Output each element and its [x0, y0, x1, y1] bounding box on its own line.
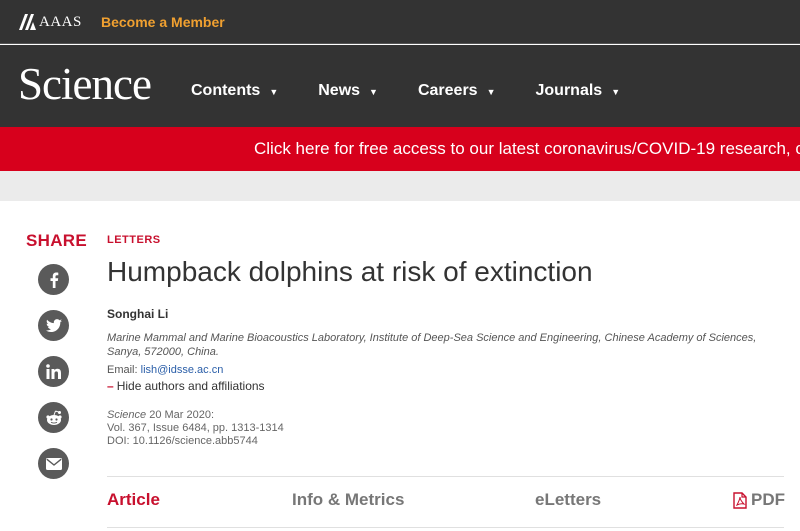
- share-facebook-button[interactable]: [38, 264, 69, 295]
- author-affiliation: Marine Mammal and Marine Bioacoustics La…: [107, 332, 757, 358]
- grey-strip: [0, 171, 800, 201]
- email-label: Email:: [107, 364, 141, 376]
- linkedin-icon: [46, 364, 61, 379]
- nav-journals[interactable]: Journals ▼: [536, 82, 621, 100]
- nav-contents[interactable]: Contents ▼: [191, 82, 278, 100]
- section-label[interactable]: LETTERS: [107, 234, 161, 246]
- chevron-down-icon: ▼: [369, 87, 378, 97]
- share-linkedin-button[interactable]: [38, 356, 69, 387]
- nav-news-label: News: [318, 82, 361, 99]
- email-link[interactable]: lish@idsse.ac.cn: [141, 364, 224, 376]
- share-twitter-button[interactable]: [38, 310, 69, 341]
- share-email-button[interactable]: [38, 448, 69, 479]
- article-tabs: Article Info & Metrics eLetters PDF: [107, 490, 785, 514]
- citation-volume: Vol. 367, Issue 6484, pp. 1313-1314: [107, 422, 284, 434]
- tab-eletters[interactable]: eLetters: [535, 490, 601, 510]
- citation-line-1: Science 20 Mar 2020:: [107, 409, 284, 422]
- tabs-bottom-divider: [107, 527, 784, 528]
- nav-journals-label: Journals: [535, 82, 603, 99]
- main-nav: Contents ▼ News ▼ Careers ▼ Journals ▼: [191, 82, 620, 100]
- share-panel: SHARE: [26, 231, 88, 251]
- tab-pdf-label: PDF: [751, 490, 785, 509]
- tab-pdf[interactable]: PDF: [733, 490, 785, 510]
- reddit-icon: [45, 410, 62, 425]
- become-member-link[interactable]: Become a Member: [101, 14, 225, 30]
- nav-careers[interactable]: Careers ▼: [418, 82, 496, 100]
- aaas-logo[interactable]: AAAS: [19, 13, 82, 31]
- citation-block: Science 20 Mar 2020: Vol. 367, Issue 648…: [107, 409, 284, 448]
- article-title: Humpback dolphins at risk of extinction: [107, 256, 593, 287]
- author-email: Email: lish@idsse.ac.cn: [107, 364, 223, 376]
- chevron-down-icon: ▼: [611, 87, 621, 97]
- aaas-logo-icon: [19, 14, 36, 30]
- hide-authors-label: Hide authors and affiliations: [116, 379, 265, 393]
- author-name[interactable]: Songhai Li: [107, 307, 168, 321]
- pdf-icon: [733, 491, 747, 509]
- chevron-down-icon: ▼: [269, 87, 279, 97]
- chevron-down-icon: ▼: [486, 87, 496, 97]
- citation-date: 20 Mar 2020:: [149, 409, 215, 421]
- nav-careers-label: Careers: [417, 82, 478, 99]
- covid-banner[interactable]: Click here for free access to our latest…: [0, 127, 800, 171]
- covid-banner-text[interactable]: Click here for free access to our latest…: [254, 139, 800, 159]
- nav-contents-label: Contents: [191, 82, 261, 99]
- aaas-logo-text: AAAS: [39, 13, 82, 30]
- aaas-topbar: AAAS Become a Member: [0, 0, 800, 44]
- twitter-icon: [45, 318, 62, 332]
- minus-icon: –: [107, 379, 114, 393]
- nav-news[interactable]: News ▼: [318, 82, 378, 100]
- hide-authors-toggle[interactable]: – Hide authors and affiliations: [107, 379, 265, 393]
- citation-doi: DOI: 10.1126/science.abb5744: [107, 435, 258, 447]
- tab-info-metrics[interactable]: Info & Metrics: [292, 490, 404, 510]
- share-label: SHARE: [26, 231, 88, 250]
- science-logo[interactable]: Science: [18, 59, 152, 109]
- tabs-top-divider: [107, 476, 784, 477]
- share-reddit-button[interactable]: [38, 402, 69, 433]
- email-icon: [45, 457, 62, 470]
- tab-article[interactable]: Article: [107, 490, 160, 510]
- science-header: Science Contents ▼ News ▼ Careers ▼ Jour…: [0, 45, 800, 127]
- facebook-icon: [50, 272, 58, 288]
- citation-journal: Science: [107, 409, 147, 421]
